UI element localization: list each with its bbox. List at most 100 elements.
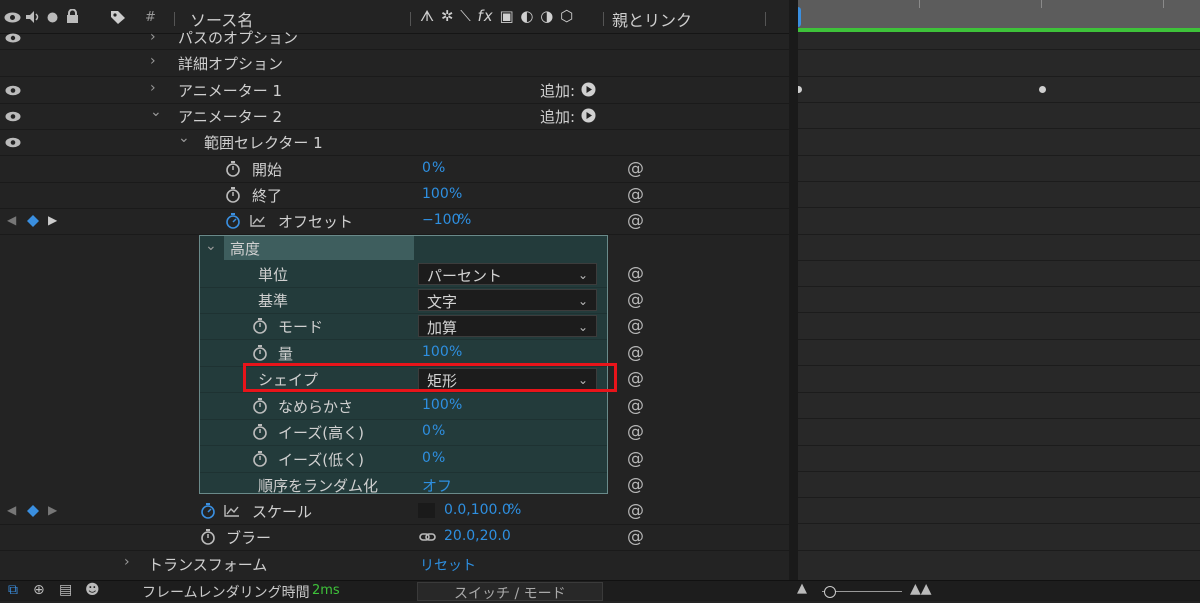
amount-value[interactable]: 100 (422, 344, 449, 360)
current-time-indicator[interactable] (798, 7, 801, 27)
keyframe-diamond-icon[interactable] (26, 504, 40, 518)
graph-icon[interactable] (224, 504, 240, 517)
stopwatch-icon[interactable] (252, 423, 268, 440)
stopwatch-icon[interactable] (225, 186, 241, 203)
animator1-label: アニメーター 1 (178, 82, 283, 100)
time-ruler[interactable] (798, 0, 1200, 28)
zoom-out-icon[interactable]: ▲ (797, 581, 807, 596)
detail-options-row[interactable]: › 詳細オプション (0, 50, 789, 77)
scale-value[interactable]: 0.0,100.0 (444, 502, 511, 518)
lock-icon[interactable] (66, 9, 79, 24)
spiral-icon[interactable]: @ (627, 422, 644, 442)
spiral-icon[interactable]: @ (627, 316, 644, 336)
blur-value[interactable]: 20.0,20.0 (444, 528, 511, 544)
composition-flowchart-icon[interactable]: ⧉ (8, 582, 18, 598)
eye-icon[interactable] (5, 137, 21, 149)
chevron-down-icon[interactable]: ⌄ (150, 104, 162, 120)
graph-icon[interactable] (250, 214, 266, 227)
spiral-icon[interactable]: @ (627, 369, 644, 389)
transform-row[interactable]: › トランスフォーム リセット (0, 551, 789, 579)
transform-reset[interactable]: リセット (420, 555, 476, 575)
stopwatch-icon[interactable] (200, 502, 216, 519)
randomize-value[interactable]: オフ (422, 475, 452, 496)
spiral-icon[interactable]: @ (627, 264, 644, 284)
end-unit: % (449, 186, 463, 202)
transform-label: トランスフォーム (148, 556, 268, 574)
unit-dropdown[interactable]: パーセント ⌄ (418, 263, 597, 285)
ease-low-unit: % (432, 450, 446, 466)
smoothness-value[interactable]: 100 (422, 397, 449, 413)
label-icon[interactable] (110, 10, 126, 25)
stopwatch-icon[interactable] (252, 450, 268, 467)
path-options-row[interactable]: › パスのオプション (0, 24, 789, 50)
keyframe-marker[interactable] (798, 86, 802, 93)
eye-icon[interactable] (5, 33, 21, 45)
zoom-in-icon[interactable]: ▲▲ (910, 581, 932, 597)
end-value[interactable]: 100 (422, 186, 449, 202)
based-on-value: 文字 (427, 293, 458, 311)
zoom-slider-handle[interactable] (824, 586, 836, 598)
spiral-icon[interactable]: @ (627, 475, 644, 495)
solo-icon[interactable] (47, 12, 58, 23)
prev-keyframe-icon[interactable]: ◀ (7, 503, 16, 517)
animator2-row[interactable]: ⌄ アニメーター 2 追加: (0, 103, 789, 130)
based-on-dropdown[interactable]: 文字 ⌄ (418, 289, 597, 311)
chevron-down-icon[interactable]: ⌄ (178, 130, 190, 146)
play-circle-icon[interactable] (581, 108, 596, 123)
animator1-row[interactable]: › アニメーター 1 追加: (0, 77, 789, 104)
audio-icon[interactable] (25, 10, 41, 24)
prev-keyframe-icon[interactable]: ◀ (7, 213, 16, 227)
eye-icon[interactable] (4, 12, 21, 23)
spiral-icon[interactable]: @ (627, 185, 644, 205)
spiral-icon[interactable]: @ (627, 501, 644, 521)
next-keyframe-icon[interactable]: ▶ (48, 503, 57, 517)
stopwatch-icon[interactable] (252, 344, 268, 361)
ease-low-value[interactable]: 0 (422, 450, 431, 466)
spiral-icon[interactable]: @ (627, 159, 644, 179)
ease-high-value[interactable]: 0 (422, 423, 431, 439)
spiral-icon[interactable]: @ (627, 527, 644, 547)
ease-low-label: イーズ(低く) (278, 451, 364, 469)
end-row: 終了 100 % @ (0, 182, 789, 209)
start-value[interactable]: 0 (422, 160, 431, 176)
chevron-right-icon[interactable]: › (124, 554, 130, 570)
number-column-label: # (145, 10, 156, 25)
stopwatch-icon[interactable] (200, 528, 216, 545)
spiral-icon[interactable]: @ (627, 449, 644, 469)
offset-value[interactable]: −100 (422, 212, 460, 228)
spiral-icon[interactable]: @ (627, 290, 644, 310)
spiral-icon[interactable]: @ (627, 396, 644, 416)
chevron-down-icon[interactable]: ⌄ (205, 238, 217, 254)
animator2-label: アニメーター 2 (178, 108, 283, 126)
chevron-right-icon[interactable]: › (150, 53, 156, 69)
keyframe-diamond-icon[interactable] (26, 214, 40, 228)
work-area-bar[interactable] (798, 28, 1200, 32)
path-options-label: パスのオプション (178, 29, 299, 47)
stopwatch-icon[interactable] (225, 160, 241, 177)
mask-icon[interactable]: ⊕ (33, 582, 45, 598)
mode-dropdown[interactable]: 加算 ⌄ (418, 315, 597, 337)
render-time-label: フレームレンダリング時間 (142, 585, 310, 601)
next-keyframe-icon[interactable]: ▶ (48, 213, 57, 227)
eye-icon[interactable] (5, 85, 21, 97)
chevron-right-icon[interactable]: › (150, 80, 156, 96)
keyframe-marker[interactable] (1039, 86, 1046, 93)
chevron-right-icon[interactable]: › (150, 29, 156, 45)
eye-icon[interactable] (5, 111, 21, 123)
stopwatch-icon[interactable] (252, 317, 268, 334)
amount-label: 量 (278, 345, 294, 363)
range-selector-row[interactable]: ⌄ 範囲セレクター 1 (0, 129, 789, 156)
panel-divider[interactable] (789, 0, 798, 580)
play-circle-icon[interactable] (581, 82, 596, 97)
spiral-icon[interactable]: @ (627, 343, 644, 363)
graph-editor-icon[interactable]: ▤ (59, 582, 72, 598)
switch-mode-label: スイッチ / モード (454, 586, 566, 602)
shy-icon[interactable]: ☻ (85, 582, 100, 598)
chevron-down-icon: ⌄ (577, 320, 588, 334)
stopwatch-icon[interactable] (252, 397, 268, 414)
switch-mode-toggle[interactable]: スイッチ / モード (417, 582, 603, 602)
stopwatch-icon[interactable] (225, 212, 241, 229)
link-icon[interactable] (419, 532, 436, 542)
spiral-icon[interactable]: @ (627, 211, 644, 231)
constrain-proportions-box[interactable] (418, 503, 435, 518)
